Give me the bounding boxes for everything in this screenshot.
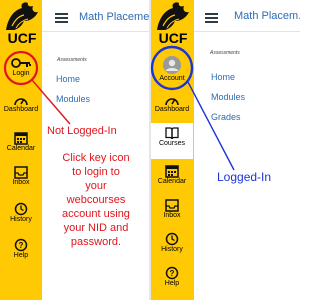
dashboard-icon [14,98,28,106]
pegasus-logo-icon [6,2,38,30]
course-title[interactable]: Math Placem... [234,10,300,22]
annotation-line: account using [62,208,130,220]
logo-text: UCF [7,30,37,46]
header-divider [194,31,300,32]
annotation-line: webcourses [66,194,126,206]
nav-dashboard-label: Dashboard [154,106,190,113]
inbox-icon [14,166,28,179]
logo-text: UCF [158,30,188,46]
inbox-icon [165,199,179,212]
nav-inbox[interactable]: Inbox [151,199,193,220]
course-nav-grades[interactable]: Grades [211,112,241,122]
ucf-logo[interactable]: UCF [151,0,193,48]
key-icon [11,58,31,68]
nav-calendar-label: Calendar [157,178,187,185]
panel-not-logged-in: UCF Login Dashboard Calendar Inbox Histo… [0,0,150,300]
header-divider [42,31,150,32]
annotation-not-logged-in: Not Logged-In [47,125,117,137]
nav-inbox-label: Inbox [12,179,30,186]
global-nav-rail: UCF Login Dashboard Calendar Inbox Histo… [0,0,42,300]
annotation-line: your [85,180,107,192]
history-icon [14,202,28,216]
section-label: Assessments [57,57,87,63]
nav-history[interactable]: History [151,232,193,254]
hamburger-menu-icon[interactable] [205,13,218,23]
nav-history-label: History [10,216,32,223]
course-nav-home[interactable]: Home [56,74,80,84]
nav-help-label: Help [13,252,29,259]
course-nav-modules[interactable]: Modules [56,94,90,104]
svg-text:?: ? [19,241,24,250]
help-icon: ? [165,266,179,280]
ucf-logo[interactable]: UCF [0,0,42,48]
help-icon: ? [14,238,28,252]
calendar-icon [14,132,28,145]
annotation-line: password. [70,236,122,248]
dashboard-icon [165,98,179,106]
nav-login-label: Login [12,70,30,77]
calendar-icon [165,165,179,178]
nav-history[interactable]: History [0,202,42,224]
global-nav-rail: UCF Account Dashboard Courses Calendar I… [151,0,194,300]
nav-account[interactable]: Account [151,55,193,83]
nav-inbox[interactable]: Inbox [0,166,42,187]
nav-login[interactable]: Login [0,56,42,78]
nav-calendar-label: Calendar [6,145,36,152]
annotation-line: Click key icon [62,152,130,164]
nav-dashboard-label: Dashboard [3,106,39,113]
nav-courses-label: Courses [158,140,186,147]
annotation-line: to login to [72,166,120,178]
nav-help[interactable]: ? Help [0,238,42,260]
avatar-icon [163,56,181,74]
course-nav-modules[interactable]: Modules [211,92,245,102]
nav-account-label: Account [159,75,185,82]
courses-icon [165,127,179,140]
course-title[interactable]: Math Placemen [79,11,150,23]
nav-courses[interactable]: Courses [151,123,193,159]
nav-calendar[interactable]: Calendar [0,131,42,153]
course-nav-home[interactable]: Home [211,72,235,82]
annotation-line: your NID and [63,222,129,234]
nav-help[interactable]: ? Help [151,266,193,288]
hamburger-menu-icon[interactable] [55,13,68,23]
nav-dashboard[interactable]: Dashboard [151,93,193,114]
nav-help-label: Help [164,280,180,287]
nav-inbox-label: Inbox [163,212,181,219]
nav-history-label: History [161,246,183,253]
annotation-instructions: Click key icon to login to your webcours… [43,151,149,249]
panel-logged-in: UCF Account Dashboard Courses Calendar I… [150,0,300,300]
panel-divider [149,0,151,300]
pegasus-logo-icon [157,2,189,30]
nav-calendar[interactable]: Calendar [151,164,193,186]
history-icon [165,232,179,246]
svg-text:?: ? [170,269,175,278]
section-label: Assessments [210,50,240,56]
nav-dashboard[interactable]: Dashboard [0,93,42,114]
annotation-logged-in: Logged-In [217,170,272,184]
